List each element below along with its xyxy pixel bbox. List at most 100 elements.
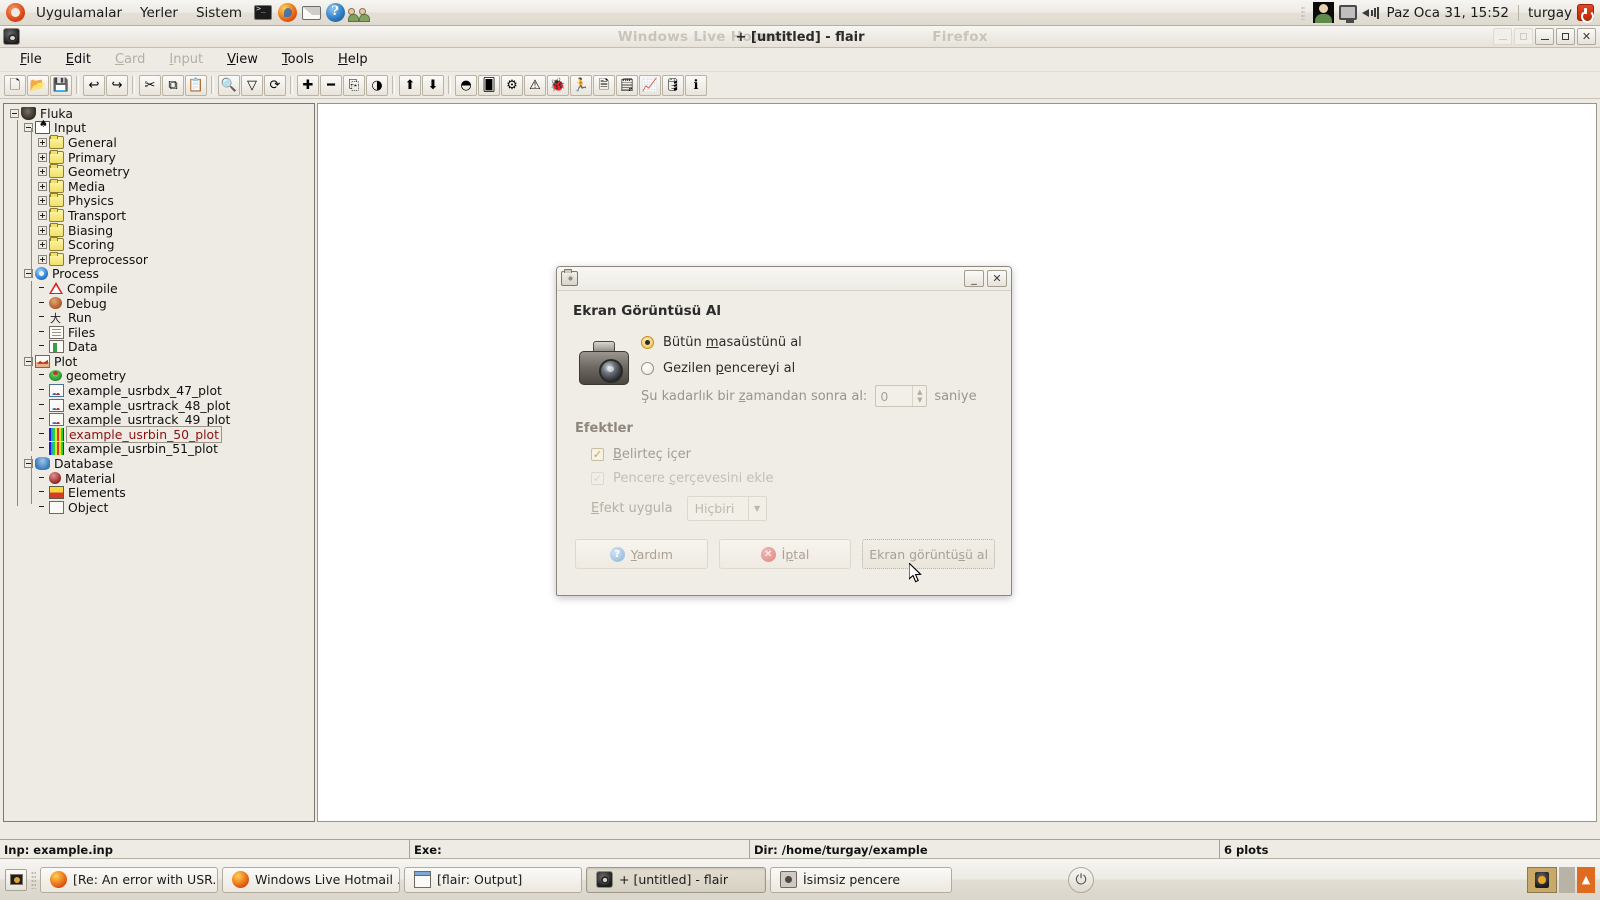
palette-button[interactable]: ◑ bbox=[366, 74, 388, 96]
screenshot-dialog[interactable]: _ ✕ Ekran Görüntüsü Al Bütün masaüstünü … bbox=[556, 266, 1012, 596]
help-button[interactable]: ? Yardım bbox=[575, 539, 708, 569]
info-button[interactable]: ℹ bbox=[685, 74, 707, 96]
expand-icon[interactable] bbox=[38, 152, 47, 162]
tree-item-process[interactable]: Process bbox=[6, 266, 312, 281]
help-icon[interactable]: ? bbox=[324, 2, 346, 24]
tree-item-example-usrbdx-47-plot[interactable]: example_usrbdx_47_plot bbox=[6, 383, 312, 398]
panel-menu-places[interactable]: Yerler bbox=[131, 3, 187, 23]
tree-item-compile[interactable]: Compile bbox=[6, 281, 312, 296]
expand-icon[interactable] bbox=[38, 196, 47, 206]
radio-current-window[interactable] bbox=[641, 361, 654, 375]
taskbar-grip-handle[interactable] bbox=[31, 870, 36, 889]
tree-item-preprocessor[interactable]: Preprocessor bbox=[6, 251, 312, 267]
flair-icon[interactable] bbox=[3, 28, 20, 45]
radio-whole-desktop[interactable] bbox=[641, 335, 654, 349]
chevron-down-icon[interactable]: ▼ bbox=[917, 396, 922, 404]
volume-icon[interactable] bbox=[1361, 5, 1382, 21]
clock[interactable]: Paz Oca 31, 15:52 bbox=[1387, 5, 1509, 21]
avatar[interactable] bbox=[1312, 2, 1334, 23]
tray-placeholder-icon[interactable] bbox=[1559, 866, 1575, 893]
display-icon[interactable] bbox=[1338, 5, 1357, 23]
tree-item-elements[interactable]: Elements bbox=[6, 485, 312, 500]
window-titlebar[interactable]: Windows Live Hotmail Firefox + [untitled… bbox=[0, 26, 1600, 48]
panel-menu-applications[interactable]: Uygulamalar bbox=[27, 3, 131, 23]
maximize-button[interactable] bbox=[1556, 28, 1575, 45]
add-button[interactable]: ✚ bbox=[297, 74, 319, 96]
radio-row-current-window[interactable]: Gezilen pencereyi al bbox=[641, 355, 995, 381]
menu-help[interactable]: Help bbox=[326, 50, 380, 69]
tree-item-example-usrtrack-48-plot[interactable]: example_usrtrack_48_plot bbox=[6, 398, 312, 413]
radio-row-whole-desktop[interactable]: Bütün masaüstünü al bbox=[641, 329, 995, 355]
tree-item-material[interactable]: Material bbox=[6, 471, 312, 486]
input-cards-button[interactable]: 🂠 bbox=[478, 74, 500, 96]
close-button[interactable]: ✕ bbox=[1577, 28, 1596, 45]
tree-item-object[interactable]: Object bbox=[6, 500, 312, 515]
expand-icon[interactable] bbox=[38, 210, 47, 220]
tree-item-geometry[interactable]: geometry bbox=[6, 368, 312, 383]
firefox-icon[interactable] bbox=[276, 2, 298, 24]
paste-button[interactable]: 📋 bbox=[185, 74, 207, 96]
minimize-button[interactable] bbox=[1535, 28, 1554, 45]
database-button[interactable]: 🛢 bbox=[662, 74, 684, 96]
compile-warn-button[interactable]: ⚠ bbox=[524, 74, 546, 96]
tree-item-data[interactable]: Data bbox=[6, 339, 312, 354]
plot-button[interactable]: 📈 bbox=[639, 74, 661, 96]
tree-item-transport[interactable]: Transport bbox=[6, 207, 312, 223]
move-up-button[interactable]: ⬆ bbox=[399, 74, 421, 96]
task-button-0[interactable]: [Re: An error with USR... bbox=[40, 866, 218, 893]
tree-item-biasing[interactable]: Biasing bbox=[6, 222, 312, 238]
tree-item-run[interactable]: Run bbox=[6, 310, 312, 326]
cut-button[interactable]: ✂ bbox=[139, 74, 161, 96]
new-file-button[interactable]: 🗋 bbox=[4, 74, 26, 96]
tree-item-primary[interactable]: Primary bbox=[6, 149, 312, 165]
delay-stepper[interactable]: ▲▼ bbox=[875, 385, 928, 407]
copy-button[interactable]: ⧉ bbox=[162, 74, 184, 96]
tree-item-scoring[interactable]: Scoring bbox=[6, 237, 312, 252]
task-button-3[interactable]: + [untitled] - flair bbox=[586, 866, 766, 893]
expand-icon[interactable] bbox=[38, 240, 47, 250]
collapse-icon[interactable] bbox=[10, 108, 19, 118]
chevron-up-icon[interactable]: ▲ bbox=[917, 388, 922, 396]
process-gear-button[interactable]: ⚙ bbox=[501, 74, 523, 96]
data-button[interactable]: 🗒 bbox=[616, 74, 638, 96]
tree-item-physics[interactable]: Physics bbox=[6, 193, 312, 208]
tree-item-input[interactable]: Input bbox=[6, 119, 312, 135]
expand-icon[interactable] bbox=[38, 181, 47, 191]
save-button[interactable]: 💾 bbox=[50, 74, 72, 96]
task-button-1[interactable]: Windows Live Hotmail ... bbox=[222, 866, 400, 893]
move-down-button[interactable]: ⬇ bbox=[422, 74, 444, 96]
panel-grip-handle[interactable] bbox=[1300, 5, 1305, 20]
tree-item-fluka[interactable]: Fluka bbox=[6, 106, 312, 121]
menu-view[interactable]: View bbox=[215, 50, 270, 69]
dialog-titlebar[interactable]: _ ✕ bbox=[557, 267, 1011, 291]
files-button[interactable]: 🗎 bbox=[593, 74, 615, 96]
clone-button[interactable]: ⎘ bbox=[343, 74, 365, 96]
shutdown-icon[interactable] bbox=[1577, 4, 1594, 23]
tree-item-example-usrtrack-49-plot[interactable]: example_usrtrack_49_plot bbox=[6, 412, 312, 427]
filter-button[interactable]: ▽ bbox=[241, 74, 263, 96]
user-name[interactable]: turgay bbox=[1528, 5, 1572, 21]
delay-input[interactable] bbox=[876, 386, 913, 406]
redo-button[interactable]: ↪ bbox=[106, 74, 128, 96]
tree-item-geometry[interactable]: Geometry bbox=[6, 164, 312, 179]
fluka-pot-button[interactable]: ◓ bbox=[455, 74, 477, 96]
expand-icon[interactable] bbox=[38, 167, 47, 177]
delay-stepper-arrows[interactable]: ▲ ▼ bbox=[912, 386, 926, 406]
show-desktop-icon[interactable] bbox=[5, 868, 27, 891]
project-tree[interactable]: FlukaInputGeneralPrimaryGeometryMediaPhy… bbox=[6, 106, 312, 819]
power-button[interactable]: ⏻ bbox=[1068, 866, 1094, 893]
tree-item-database[interactable]: Database bbox=[6, 456, 312, 471]
mail-icon[interactable] bbox=[300, 2, 322, 24]
tree-item-files[interactable]: Files bbox=[6, 325, 312, 340]
tree-item-general[interactable]: General bbox=[6, 134, 312, 150]
remove-button[interactable]: ━ bbox=[320, 74, 342, 96]
tree-item-example-usrbin-51-plot[interactable]: example_usrbin_51_plot bbox=[6, 441, 312, 456]
tree-item-debug[interactable]: Debug bbox=[6, 296, 312, 311]
expand-icon[interactable] bbox=[38, 225, 47, 235]
undo-button[interactable]: ↩ bbox=[83, 74, 105, 96]
refresh-button[interactable]: ⟳ bbox=[264, 74, 286, 96]
open-folder-button[interactable]: 📂 bbox=[27, 74, 49, 96]
menu-edit[interactable]: Edit bbox=[54, 50, 103, 69]
run-button[interactable]: 🏃 bbox=[570, 74, 592, 96]
panel-menu-system[interactable]: Sistem bbox=[187, 3, 251, 23]
